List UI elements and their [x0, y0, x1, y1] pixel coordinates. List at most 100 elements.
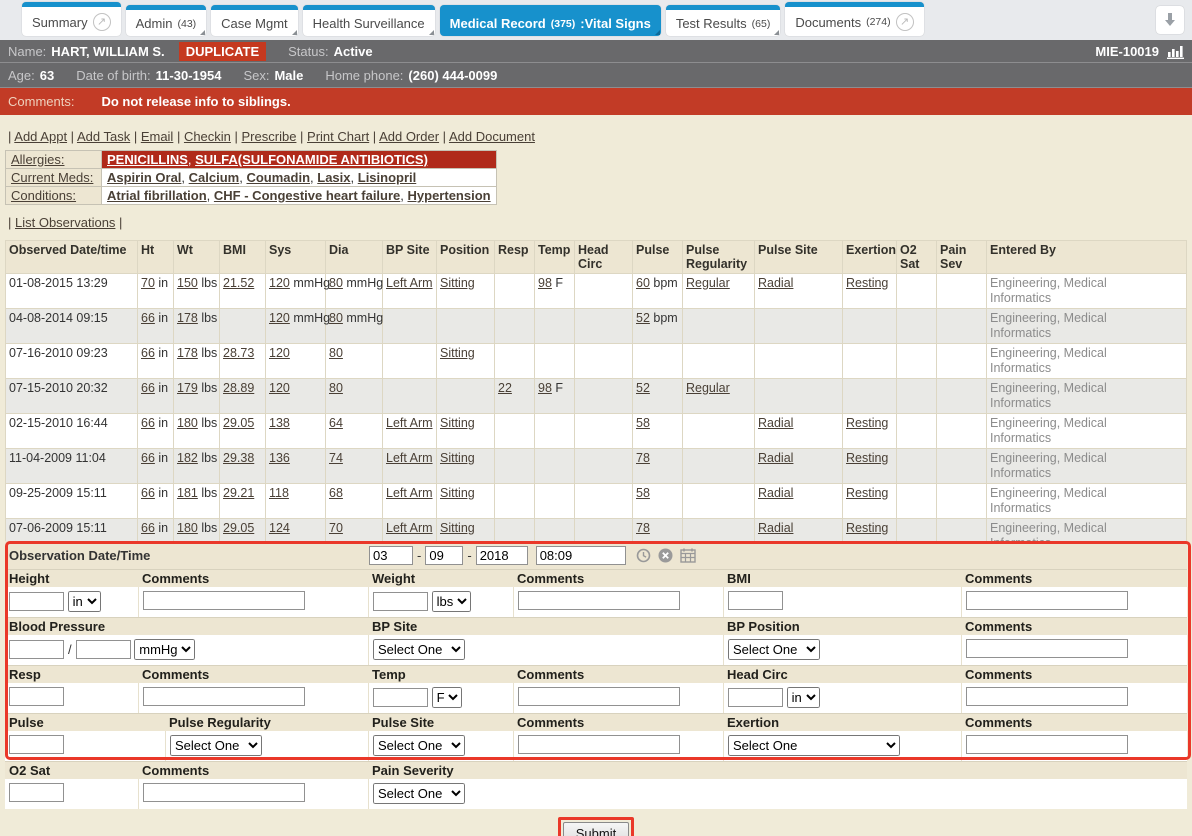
action-link-checkin[interactable]: Checkin: [184, 129, 231, 144]
o2-sat-comments-input[interactable]: [143, 783, 305, 802]
observation-value-link[interactable]: 58: [636, 486, 650, 500]
observation-value-link[interactable]: Resting: [846, 451, 888, 465]
submit-button[interactable]: Submit: [563, 822, 629, 836]
clear-datetime-icon[interactable]: [658, 548, 673, 563]
bp-position-select[interactable]: Select One: [728, 639, 820, 660]
observation-value-link[interactable]: 66: [141, 416, 155, 430]
action-link-prescribe[interactable]: Prescribe: [242, 129, 297, 144]
summary-item-link[interactable]: PENICILLINS: [107, 152, 188, 167]
bp-diastolic-input[interactable]: [76, 640, 131, 659]
action-link-add-task[interactable]: Add Task: [77, 129, 130, 144]
observation-value-link[interactable]: 74: [329, 451, 343, 465]
observation-value-link[interactable]: 178: [177, 311, 198, 325]
observation-value-link[interactable]: 80: [329, 381, 343, 395]
observation-value-link[interactable]: 70: [141, 276, 155, 290]
bp-systolic-input[interactable]: [9, 640, 64, 659]
observation-value-link[interactable]: Resting: [846, 416, 888, 430]
observation-value-link[interactable]: 120: [269, 381, 290, 395]
observation-value-link[interactable]: 120: [269, 276, 290, 290]
popout-icon[interactable]: ↗: [896, 13, 914, 31]
observation-value-link[interactable]: 58: [636, 416, 650, 430]
observation-value-link[interactable]: 29.21: [223, 486, 254, 500]
action-link-add-document[interactable]: Add Document: [449, 129, 535, 144]
observation-value-link[interactable]: Radial: [758, 276, 793, 290]
height-input[interactable]: [9, 592, 64, 611]
observation-value-link[interactable]: 180: [177, 521, 198, 535]
observation-value-link[interactable]: 80: [329, 346, 343, 360]
pulse-site-select[interactable]: Select One: [373, 735, 465, 756]
bar-chart-icon[interactable]: [1167, 44, 1184, 59]
observation-value-link[interactable]: 52: [636, 381, 650, 395]
height-comments-input[interactable]: [143, 591, 305, 610]
observation-value-link[interactable]: 120: [269, 311, 290, 325]
action-link-add-appt[interactable]: Add Appt: [14, 129, 67, 144]
observation-value-link[interactable]: Sitting: [440, 521, 475, 535]
observation-value-link[interactable]: Left Arm: [386, 276, 433, 290]
summary-item-link[interactable]: Calcium: [189, 170, 240, 185]
resp-input[interactable]: [9, 687, 64, 706]
time-input[interactable]: [536, 546, 626, 565]
head-circ-unit-select[interactable]: in: [787, 687, 820, 708]
observation-value-link[interactable]: Sitting: [440, 276, 475, 290]
tab-documents[interactable]: Documents(274)↗: [785, 2, 923, 36]
observation-value-link[interactable]: 22: [498, 381, 512, 395]
observation-value-link[interactable]: Sitting: [440, 486, 475, 500]
download-button[interactable]: [1156, 6, 1184, 34]
observation-value-link[interactable]: Left Arm: [386, 416, 433, 430]
observation-value-link[interactable]: 120: [269, 346, 290, 360]
summary-item-link[interactable]: Coumadin: [246, 170, 310, 185]
temp-comments-input[interactable]: [518, 687, 680, 706]
observation-value-link[interactable]: 150: [177, 276, 198, 290]
action-link-add-order[interactable]: Add Order: [379, 129, 439, 144]
tab-medical-record[interactable]: Medical Record(375):Vital Signs: [440, 5, 661, 36]
bmi-comments-input[interactable]: [966, 591, 1128, 610]
action-link-print-chart[interactable]: Print Chart: [307, 129, 369, 144]
observation-value-link[interactable]: 52: [636, 311, 650, 325]
bp-unit-select[interactable]: mmHg: [134, 639, 195, 660]
observation-value-link[interactable]: Sitting: [440, 416, 475, 430]
observation-value-link[interactable]: 180: [177, 416, 198, 430]
bp-site-select[interactable]: Select One: [373, 639, 465, 660]
summary-item-link[interactable]: Atrial fibrillation: [107, 188, 207, 203]
head-circ-comments-input[interactable]: [966, 687, 1128, 706]
observation-value-link[interactable]: 182: [177, 451, 198, 465]
summary-item-link[interactable]: Lasix: [317, 170, 350, 185]
observation-value-link[interactable]: 98: [538, 381, 552, 395]
observation-value-link[interactable]: 66: [141, 451, 155, 465]
observation-value-link[interactable]: 29.05: [223, 416, 254, 430]
tab-summary[interactable]: Summary↗: [22, 2, 121, 36]
observation-value-link[interactable]: 98: [538, 276, 552, 290]
weight-unit-select[interactable]: lbs: [432, 591, 471, 612]
observation-value-link[interactable]: 66: [141, 311, 155, 325]
summary-item-link[interactable]: Hypertension: [408, 188, 491, 203]
height-unit-select[interactable]: in: [68, 591, 101, 612]
pain-severity-select[interactable]: Select One: [373, 783, 465, 804]
temp-unit-select[interactable]: F: [432, 687, 462, 708]
summary-row-label-link[interactable]: Current Meds:: [11, 170, 93, 185]
observation-value-link[interactable]: Left Arm: [386, 486, 433, 500]
observation-value-link[interactable]: 70: [329, 521, 343, 535]
observation-value-link[interactable]: Resting: [846, 276, 888, 290]
observation-value-link[interactable]: 64: [329, 416, 343, 430]
weight-comments-input[interactable]: [518, 591, 680, 610]
observation-value-link[interactable]: Resting: [846, 521, 888, 535]
observation-value-link[interactable]: 124: [269, 521, 290, 535]
observation-value-link[interactable]: 28.73: [223, 346, 254, 360]
observation-value-link[interactable]: 136: [269, 451, 290, 465]
observation-value-link[interactable]: Radial: [758, 416, 793, 430]
observation-value-link[interactable]: 138: [269, 416, 290, 430]
pulse-comments-input[interactable]: [518, 735, 680, 754]
observation-value-link[interactable]: 68: [329, 486, 343, 500]
observation-value-link[interactable]: 66: [141, 381, 155, 395]
observation-value-link[interactable]: 66: [141, 346, 155, 360]
temp-input[interactable]: [373, 688, 428, 707]
observation-value-link[interactable]: Left Arm: [386, 521, 433, 535]
observation-value-link[interactable]: 29.05: [223, 521, 254, 535]
tab-test-results[interactable]: Test Results(65): [666, 5, 781, 36]
calendar-icon[interactable]: [680, 548, 696, 563]
observation-value-link[interactable]: 29.38: [223, 451, 254, 465]
weight-input[interactable]: [373, 592, 428, 611]
observation-value-link[interactable]: Regular: [686, 381, 730, 395]
observation-value-link[interactable]: Left Arm: [386, 451, 433, 465]
observation-value-link[interactable]: Sitting: [440, 346, 475, 360]
